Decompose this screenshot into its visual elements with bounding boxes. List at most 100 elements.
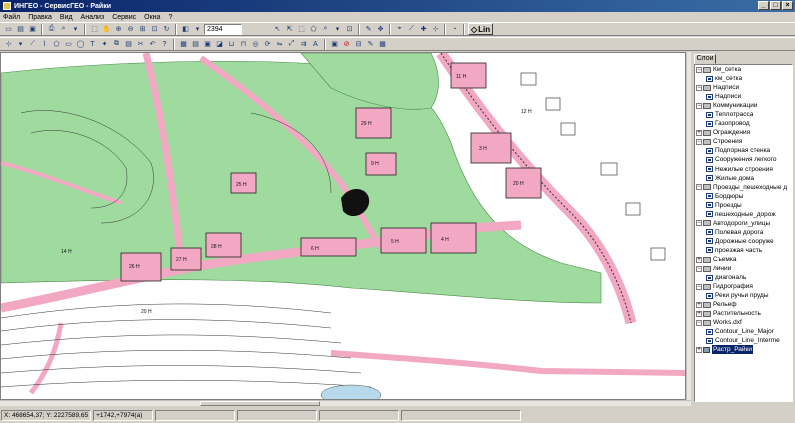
draw-rect-icon[interactable]: ▭ (63, 39, 74, 50)
layer-item[interactable]: диагональ (695, 273, 792, 282)
collapse-icon[interactable]: − (696, 184, 702, 191)
snap-point-icon[interactable]: ✚ (418, 24, 429, 35)
collapse-icon[interactable]: − (696, 138, 702, 145)
refresh-icon[interactable]: ↻ (161, 24, 172, 35)
rotate-icon[interactable]: ⟳ (262, 39, 273, 50)
offset-icon[interactable]: ⇉ (298, 39, 309, 50)
layer-item[interactable]: Сооружения легкого (695, 155, 792, 164)
layer-item[interactable]: пешеходные_дорож (695, 210, 792, 219)
maximize-button[interactable]: □ (770, 1, 781, 10)
chevron-down-icon[interactable]: ▾ (332, 24, 343, 35)
scrollbar-thumb[interactable] (200, 401, 320, 406)
draw-line-icon[interactable]: ⟋ (27, 39, 38, 50)
undo-icon[interactable]: ↶ (147, 39, 158, 50)
menu-help[interactable]: ? (168, 14, 172, 21)
collapse-icon[interactable]: − (696, 265, 702, 272)
menu-service[interactable]: Сервис (112, 14, 136, 21)
save-icon[interactable]: ▣ (27, 24, 38, 35)
compass-icon[interactable]: ◔ (449, 24, 460, 35)
layer-group-item[interactable]: + Растительность (695, 309, 792, 318)
layer-group-item[interactable]: + Съемка (695, 255, 792, 264)
layer-group-item[interactable]: − Коммуникации (695, 101, 792, 110)
zoom-all-icon[interactable]: ⊡ (149, 24, 160, 35)
menu-file[interactable]: Файл (3, 14, 20, 21)
layer-item[interactable]: Реки ручьи пруды (695, 291, 792, 300)
menu-analysis[interactable]: Анализ (81, 14, 105, 21)
table-icon[interactable]: ▤ (190, 39, 201, 50)
chevron-down-icon[interactable]: ▾ (15, 39, 26, 50)
print-icon[interactable]: ⎙ (46, 24, 57, 35)
minimize-button[interactable]: _ (758, 1, 769, 10)
draw-symbol-icon[interactable]: ✦ (99, 39, 110, 50)
draw-circle-icon[interactable]: ◯ (75, 39, 86, 50)
move-icon[interactable]: ✥ (375, 24, 386, 35)
collapse-icon[interactable]: − (696, 220, 702, 227)
collapse-icon[interactable]: − (696, 66, 702, 73)
layer-group-item[interactable]: − Гидрография (695, 282, 792, 291)
select-area-icon[interactable]: ⬚ (296, 24, 307, 35)
zoom-in-icon[interactable]: ⊕ (113, 24, 124, 35)
expand-icon[interactable]: + (696, 346, 702, 353)
help-pointer-icon[interactable]: ? (159, 39, 170, 50)
layer-group-item[interactable]: − Км_сетка (695, 65, 792, 74)
collapse-icon[interactable]: − (696, 84, 702, 91)
close-button[interactable]: × (782, 1, 793, 10)
layer-group-item[interactable]: − Проезды_пешеходные д (695, 183, 792, 192)
pencil-icon[interactable]: ✎ (365, 39, 376, 50)
raster-layer-item[interactable]: + Растр_Райки (695, 345, 792, 355)
layer-item[interactable]: Дорожные сооруже (695, 237, 792, 246)
expand-icon[interactable]: + (696, 256, 702, 263)
properties-icon[interactable]: ▣ (202, 39, 213, 50)
layer-item[interactable]: Надписи (695, 92, 792, 101)
map-horizontal-scrollbar[interactable] (0, 400, 691, 406)
menu-view[interactable]: Вид (60, 14, 73, 21)
snap-line-icon[interactable]: ⟋ (406, 24, 417, 35)
search-icon[interactable]: ⌕ (58, 24, 69, 35)
draw-polyline-icon[interactable]: ⌇ (39, 39, 50, 50)
layer-group-item[interactable]: − Строения (695, 137, 792, 146)
layer-group-item[interactable]: + Ограждения (695, 128, 792, 137)
select-frame-icon[interactable]: ⬚ (89, 24, 100, 35)
union-icon[interactable]: ⊔ (226, 39, 237, 50)
label-icon[interactable]: A (310, 39, 321, 50)
menu-edit[interactable]: Правка (28, 14, 52, 21)
layer-group-item[interactable]: − Автодороги_улицы (695, 219, 792, 228)
new-icon[interactable]: ▭ (3, 24, 14, 35)
scale-obj-icon[interactable]: ⤢ (286, 39, 297, 50)
search-object-icon[interactable]: ⌕ (320, 24, 331, 35)
layer-item[interactable]: Полевая дорога (695, 228, 792, 237)
mirror-icon[interactable]: ⇋ (274, 39, 285, 50)
stop-icon[interactable]: ⊘ (341, 39, 352, 50)
cursor-icon[interactable]: ⊹ (3, 39, 14, 50)
calc-icon[interactable]: ▦ (377, 39, 388, 50)
grid-icon[interactable]: ▦ (178, 39, 189, 50)
menu-windows[interactable]: Окна (144, 14, 160, 21)
layer-item[interactable]: Газопровод (695, 119, 792, 128)
layer-group-item[interactable]: + Рельеф (695, 300, 792, 309)
zoom-frame-icon[interactable]: ⊞ (137, 24, 148, 35)
snap-icon[interactable]: ⌖ (394, 24, 405, 35)
expand-icon[interactable]: + (696, 129, 702, 136)
layer-item[interactable]: Contour_Line_Interme (695, 336, 792, 345)
lin-button[interactable]: ◇ Lin (468, 23, 494, 35)
layer-item[interactable]: Бордюры (695, 192, 792, 201)
cut-icon[interactable]: ✂ (135, 39, 146, 50)
buffer-icon[interactable]: ◎ (250, 39, 261, 50)
layer-group-item[interactable]: − Надписи (695, 83, 792, 92)
record-icon[interactable]: ▣ (329, 39, 340, 50)
layer-group-item[interactable]: − линии (695, 264, 792, 273)
layer-item[interactable]: Нежилые строения (695, 165, 792, 174)
layer-group-item[interactable]: − Works.dxf (695, 318, 792, 327)
layer-item[interactable]: Contour_Line_Major (695, 327, 792, 336)
map-canvas[interactable]: 26 Н 27 Н 28 Н 29 Н 9 Н 6 Н 5 Н 4 Н 3 Н 20 Н 11 Н 2… (0, 52, 686, 400)
scale-input[interactable]: 2394 (204, 23, 242, 35)
ruler-icon[interactable]: ⊟ (353, 39, 364, 50)
split-icon[interactable]: ⊓ (238, 39, 249, 50)
style-icon[interactable]: ◪ (214, 39, 225, 50)
collapse-icon[interactable]: − (696, 102, 702, 109)
select-point-icon[interactable]: ⇱ (284, 24, 295, 35)
snap-end-icon[interactable]: ⊹ (430, 24, 441, 35)
layer-item[interactable]: Проезды (695, 201, 792, 210)
layer-item[interactable]: Теплотрасса (695, 110, 792, 119)
chevron-down-icon[interactable]: ▾ (70, 24, 81, 35)
